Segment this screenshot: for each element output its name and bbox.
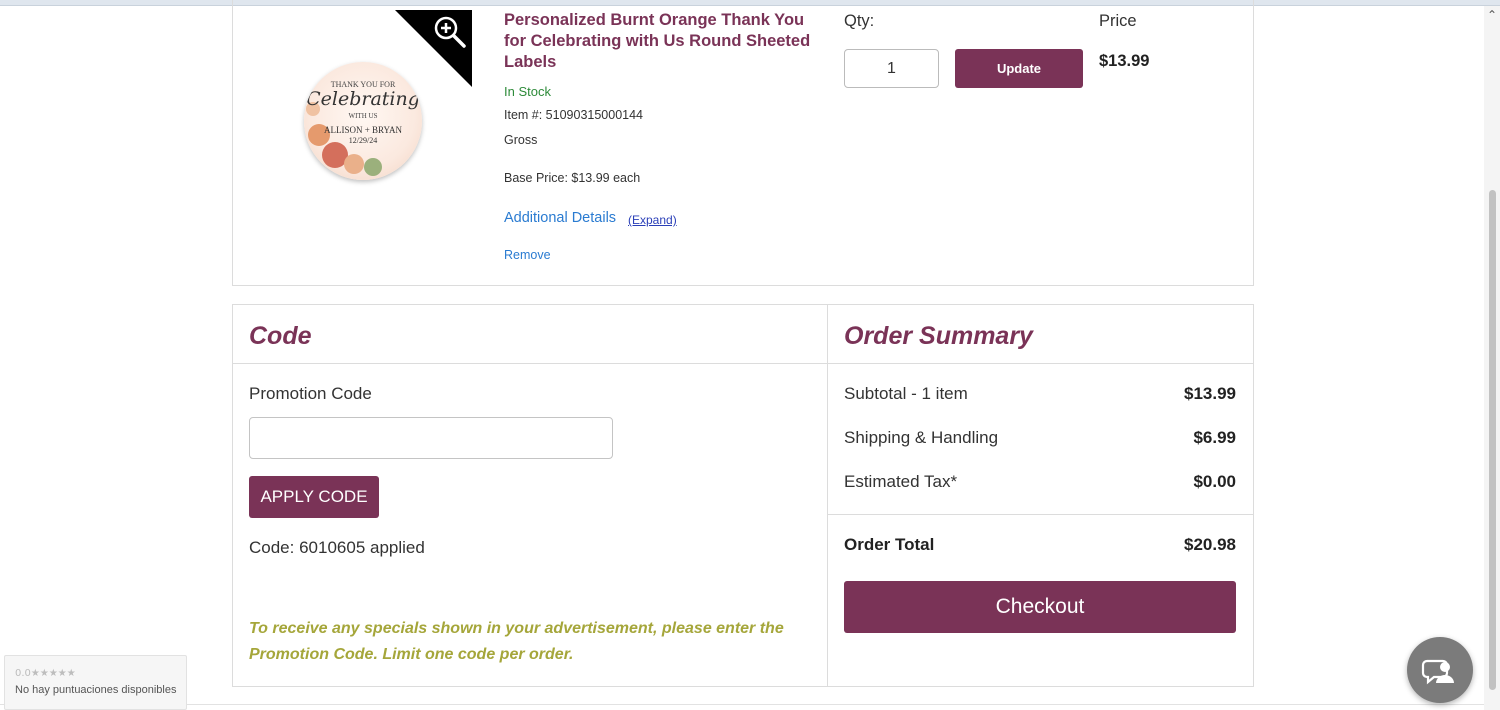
chat-button[interactable] <box>1407 637 1473 703</box>
quantity-input[interactable] <box>844 49 939 88</box>
price-label: Price <box>1099 12 1137 30</box>
rating-text: No hay puntuaciones disponibles <box>15 684 177 696</box>
subtotal-value: $13.99 <box>1184 384 1236 403</box>
code-applied-message: Code: 6010605 applied <box>249 538 425 557</box>
tax-value: $0.00 <box>1193 472 1236 491</box>
order-summary-heading: Order Summary <box>844 322 1033 350</box>
flower-decoration <box>364 158 382 176</box>
divider <box>232 363 1254 364</box>
zoom-in-icon[interactable] <box>433 15 467 49</box>
rating-score-number: 0.0 <box>15 668 31 679</box>
divider <box>827 304 828 687</box>
flower-decoration <box>344 154 364 174</box>
scrollbar-thumb[interactable] <box>1489 190 1496 690</box>
base-price: Base Price: $13.99 each <box>504 171 641 185</box>
stock-status: In Stock <box>504 84 551 99</box>
order-total-label: Order Total <box>844 535 935 554</box>
tax-label: Estimated Tax* <box>844 472 958 491</box>
remove-link[interactable]: Remove <box>504 248 551 262</box>
scroll-up-icon[interactable]: ⌃ <box>1487 8 1497 22</box>
unit-of-measure: Gross <box>504 133 538 147</box>
qty-label: Qty: <box>844 12 875 30</box>
rating-score: 0.0★★★★★ <box>15 668 76 679</box>
label-date: 12/29/24 <box>348 136 378 145</box>
code-heading: Code <box>249 322 312 350</box>
label-names: ALLISON + BRYAN <box>323 125 403 135</box>
divider <box>828 514 1254 515</box>
checkout-button[interactable]: Checkout <box>844 581 1236 633</box>
promotion-code-input[interactable] <box>249 417 613 459</box>
shipping-value: $6.99 <box>1193 428 1236 447</box>
additional-details-link[interactable]: Additional Details <box>504 210 616 226</box>
product-title[interactable]: Personalized Burnt Orange Thank You for … <box>504 10 824 73</box>
chat-support-icon <box>1421 659 1454 685</box>
rating-widget[interactable]: 0.0★★★★★ No hay puntuaciones disponibles <box>4 655 187 710</box>
price-value: $13.99 <box>1099 52 1150 70</box>
promotion-note: To receive any specials shown in your ad… <box>249 620 784 663</box>
subtotal-label: Subtotal - 1 item <box>844 384 968 403</box>
order-total-value: $20.98 <box>1184 535 1236 554</box>
shipping-label: Shipping & Handling <box>844 428 999 447</box>
star-rating-icon: ★★★★★ <box>30 668 76 679</box>
apply-code-button[interactable]: APPLY CODE <box>249 476 379 518</box>
update-button[interactable]: Update <box>955 49 1083 88</box>
label-script-text: Celebrating <box>306 88 420 110</box>
promotion-code-label: Promotion Code <box>249 384 372 403</box>
label-text: WITH US <box>348 112 378 120</box>
item-number: Item #: 51090315000144 <box>504 108 644 122</box>
divider <box>0 704 1484 705</box>
expand-link[interactable]: (Expand) <box>628 213 677 227</box>
